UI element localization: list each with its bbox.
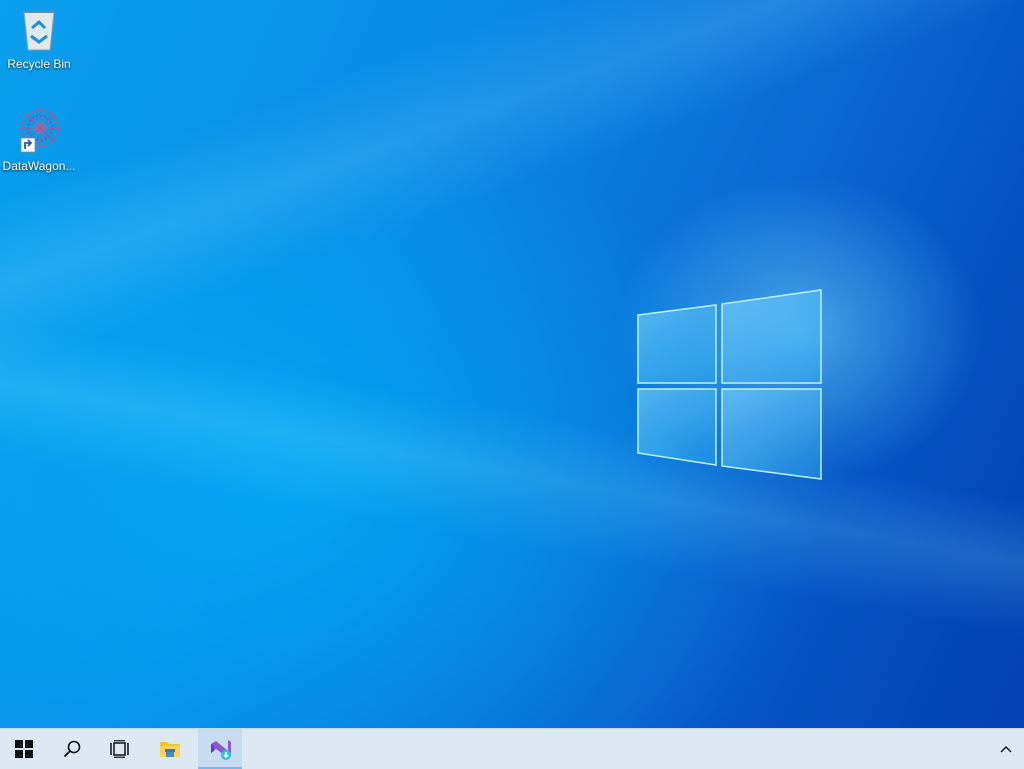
file-explorer-button[interactable] [146,729,194,769]
show-hidden-icons-button[interactable] [988,729,1024,769]
desktop-icon-label: DataWagon... [2,159,76,173]
chevron-up-icon [1000,746,1012,753]
search-button[interactable] [48,729,96,769]
desktop[interactable]: Recycle Bin DataWagon... [0,0,1024,728]
folder-icon [160,742,180,757]
search-icon [63,740,81,758]
wallpaper-windows-logo [637,289,822,480]
start-button[interactable] [0,729,48,769]
light-beam [0,0,1024,728]
desktop-icon-label: Recycle Bin [7,57,71,71]
datawagon-shortcut-icon [20,108,60,153]
desktop-icon-datawagon[interactable]: DataWagon... [1,106,77,173]
recycle-bin-icon [23,11,55,51]
light-beam [0,0,1024,728]
visual-studio-installer-icon [211,740,231,760]
taskbar [0,728,1024,769]
task-view-button[interactable] [96,729,144,769]
visual-studio-installer-button[interactable] [198,729,242,769]
windows-logo-icon [15,740,33,758]
task-view-icon [110,740,129,758]
desktop-icon-recycle-bin[interactable]: Recycle Bin [1,6,77,71]
